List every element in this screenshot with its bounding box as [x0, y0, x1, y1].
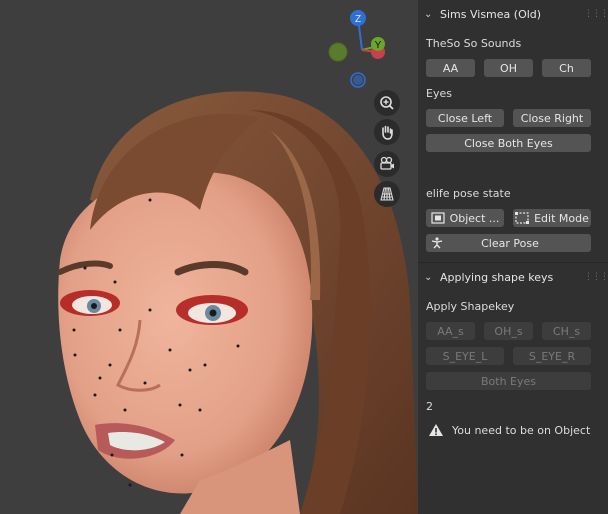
- panel-title: Applying shape keys: [440, 270, 554, 284]
- grid-perspective-icon[interactable]: [374, 181, 400, 207]
- sound-ch-button[interactable]: Ch: [542, 59, 591, 77]
- clear-pose-button[interactable]: Clear Pose: [426, 234, 591, 252]
- armature-pose-icon: [431, 237, 443, 249]
- drag-grip-icon[interactable]: ⋮⋮⋮⋮: [584, 272, 608, 282]
- shapekey-both-eyes-button[interactable]: Both Eyes: [426, 372, 591, 390]
- camera-icon[interactable]: [374, 151, 400, 177]
- eyes-label: Eyes: [426, 87, 452, 100]
- shapekey-count: 2: [426, 400, 433, 413]
- shapekey-ch-button[interactable]: CH_s: [542, 322, 591, 340]
- object-mode-icon: [430, 212, 445, 224]
- clear-pose-label: Clear Pose: [481, 236, 539, 250]
- edit-mode-icon: [515, 212, 530, 224]
- apply-shapekey-label: Apply Shapekey: [426, 300, 515, 313]
- warning-message: You need to be on Object: [428, 423, 590, 437]
- sound-aa-button[interactable]: AA: [426, 59, 475, 77]
- panel-header-shape-keys[interactable]: ⌄ Applying shape keys ⋮⋮⋮⋮: [418, 264, 608, 290]
- 3d-viewport[interactable]: Z Y: [0, 0, 418, 514]
- shapekey-aa-button[interactable]: AA_s: [426, 322, 475, 340]
- edit-mode-button[interactable]: Edit Mode: [513, 209, 591, 227]
- sounds-label: TheSo So Sounds: [426, 37, 522, 50]
- close-left-button[interactable]: Close Left: [426, 109, 504, 127]
- pose-label: elife pose state: [426, 187, 511, 200]
- chevron-down-icon: ⌄: [424, 271, 433, 283]
- gizmo-z-label: Z: [355, 14, 361, 25]
- gizmo-y-label: Y: [375, 40, 382, 51]
- close-both-eyes-button[interactable]: Close Both Eyes: [426, 134, 591, 152]
- navigation-gizmo[interactable]: Z Y: [318, 6, 408, 96]
- drag-grip-icon[interactable]: ⋮⋮⋮⋮: [584, 9, 608, 19]
- panel-header-sims-vismea[interactable]: ⌄ Sims Vismea (Old) ⋮⋮⋮⋮: [418, 1, 608, 27]
- object-mode-button[interactable]: Object ...: [426, 209, 504, 227]
- sound-oh-button[interactable]: OH: [484, 59, 533, 77]
- object-mode-label: Object ...: [449, 211, 500, 225]
- hand-pan-icon[interactable]: [374, 119, 400, 145]
- edit-mode-label: Edit Mode: [534, 211, 589, 225]
- sidebar-panel: ⌄ Sims Vismea (Old) ⋮⋮⋮⋮ TheSo So Sounds…: [418, 0, 608, 514]
- close-right-button[interactable]: Close Right: [513, 109, 591, 127]
- zoom-icon[interactable]: [374, 90, 400, 116]
- warning-text: You need to be on Object: [452, 423, 591, 437]
- panel-divider: [418, 262, 608, 263]
- shapekey-eye-left-button[interactable]: S_EYE_L: [426, 347, 504, 365]
- shapekey-oh-button[interactable]: OH_s: [484, 322, 533, 340]
- panel-title: Sims Vismea (Old): [440, 7, 542, 21]
- chevron-down-icon: ⌄: [424, 8, 433, 20]
- shapekey-eye-right-button[interactable]: S_EYE_R: [513, 347, 591, 365]
- warning-icon: [429, 424, 443, 436]
